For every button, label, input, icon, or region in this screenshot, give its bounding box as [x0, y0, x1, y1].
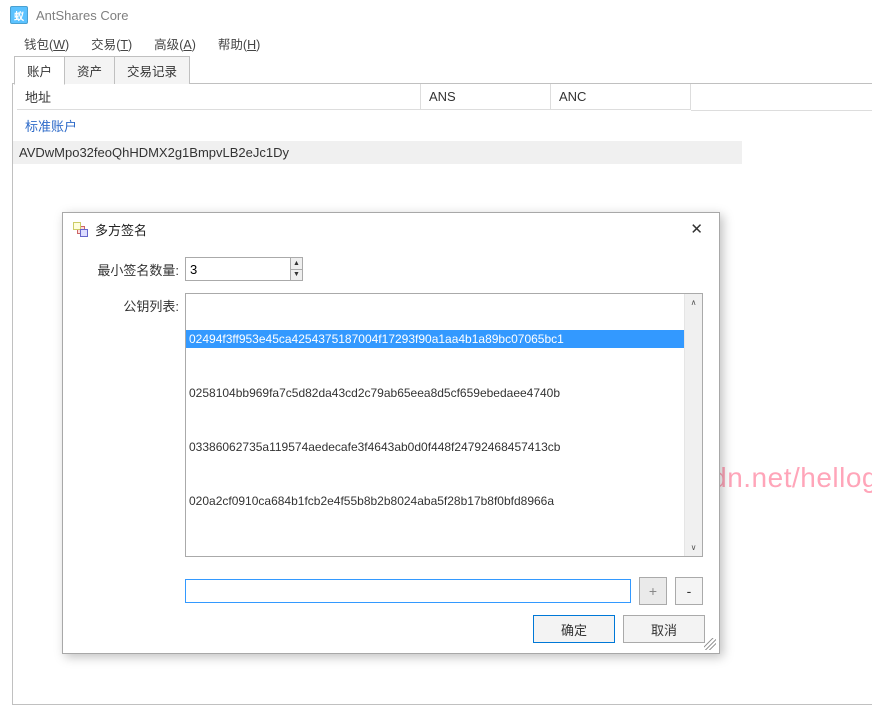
tab-accounts[interactable]: 账户	[14, 56, 65, 85]
app-icon: 蚁	[10, 6, 28, 24]
pubkey-input[interactable]	[185, 579, 631, 603]
scroll-down-icon[interactable]: ∨	[685, 539, 702, 556]
add-button[interactable]: +	[639, 577, 667, 605]
list-item[interactable]: 02494f3ff953e45ca4254375187004f17293f90a…	[186, 330, 684, 348]
col-address-header[interactable]: 地址	[17, 84, 421, 110]
dialog-title: 多方签名	[95, 220, 147, 239]
dialog-icon	[73, 222, 87, 236]
accounts-columns: 地址 ANS ANC	[13, 84, 872, 110]
min-sig-label: 最小签名数量:	[79, 257, 179, 279]
resize-grip-icon[interactable]	[704, 638, 716, 650]
spin-down-icon[interactable]: ▼	[291, 270, 302, 281]
table-row[interactable]: AVDwMpo32feoQhHDMX2g1BmpvLB2eJc1Dy	[13, 141, 742, 164]
list-item[interactable]: 0258104bb969fa7c5d82da43cd2c79ab65eea8d5…	[186, 384, 684, 402]
close-icon[interactable]: ✕	[684, 218, 709, 241]
tab-tx-records[interactable]: 交易记录	[114, 56, 190, 84]
scroll-up-icon[interactable]: ∧	[685, 294, 702, 311]
min-sig-input-wrap: ▲ ▼	[185, 257, 303, 281]
remove-button[interactable]: -	[675, 577, 703, 605]
menubar: 钱包(W) 交易(T) 高级(A) 帮助(H)	[0, 30, 872, 56]
multisig-dialog: 多方签名 ✕ 最小签名数量: ▲ ▼ 公钥列表: 02494f3ff953e45…	[62, 212, 720, 654]
list-item[interactable]: 020a2cf0910ca684b1fcb2e4f55b8b2b8024aba5…	[186, 492, 684, 510]
main-tabs: 账户 资产 交易记录	[0, 56, 872, 84]
col-anc-header[interactable]: ANC	[551, 84, 691, 110]
list-item[interactable]: 03386062735a119574aedecafe3f4643ab0d0f44…	[186, 438, 684, 456]
listbox-scrollbar[interactable]: ∧ ∨	[684, 294, 702, 556]
group-standard-account: 标准账户	[13, 110, 872, 141]
min-sig-spinner: ▲ ▼	[290, 258, 302, 280]
app-title: AntShares Core	[36, 8, 129, 23]
titlebar: 蚁 AntShares Core	[0, 0, 872, 30]
spin-up-icon[interactable]: ▲	[291, 258, 302, 270]
min-sig-input[interactable]	[186, 258, 290, 280]
ok-button[interactable]: 确定	[533, 615, 615, 643]
menu-help[interactable]: 帮助(H)	[218, 34, 260, 53]
menu-trade[interactable]: 交易(T)	[91, 34, 132, 53]
menu-advanced[interactable]: 高级(A)	[154, 34, 196, 53]
cancel-button[interactable]: 取消	[623, 615, 705, 643]
tab-assets[interactable]: 资产	[64, 56, 115, 84]
dialog-titlebar[interactable]: 多方签名 ✕	[63, 213, 719, 245]
col-ans-header[interactable]: ANS	[421, 84, 551, 110]
menu-wallet[interactable]: 钱包(W)	[24, 34, 69, 53]
pubkey-list-label: 公钥列表:	[79, 293, 179, 315]
pubkey-listbox[interactable]: 02494f3ff953e45ca4254375187004f17293f90a…	[185, 293, 703, 557]
